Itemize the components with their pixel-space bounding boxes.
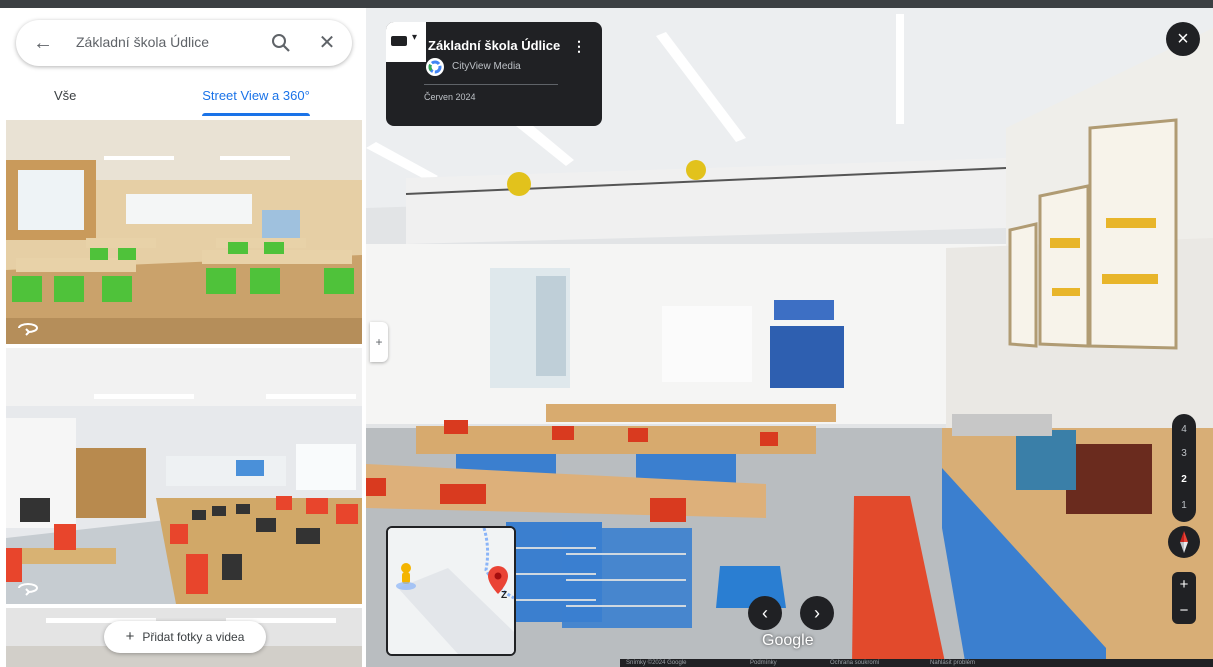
photo-thumbnail-classroom[interactable] — [6, 120, 362, 344]
compass-icon[interactable] — [1168, 526, 1200, 558]
floor-selector: 4 3 2 1 — [1172, 414, 1196, 522]
360-rotate-icon — [18, 583, 38, 596]
keyboard-toggle[interactable]: ▾ — [386, 22, 426, 62]
tabs: Vše Street View a 360° — [0, 86, 366, 120]
zoom-out-button[interactable]: − — [1172, 598, 1196, 624]
active-tab-underline — [202, 113, 310, 116]
floor-4[interactable]: 4 — [1172, 420, 1196, 440]
author-name[interactable]: CityView Media — [452, 61, 521, 72]
tab-street-view-label: Street View a 360° — [202, 88, 310, 103]
close-street-view-button[interactable]: × — [1166, 22, 1200, 56]
add-photos-label: Přidat fotky a videa — [142, 630, 245, 644]
left-panel: ← Základní škola Údlice ✕ Vše Street Vie… — [0, 8, 367, 667]
photo-thumbnail-computer-lab[interactable] — [6, 348, 362, 604]
chevron-right-icon: › — [814, 603, 820, 623]
attribution-bar: Snímky ©2024 Google Podmínky Ochrana sou… — [620, 659, 1213, 667]
nav-prev-button[interactable]: ‹ — [748, 596, 782, 630]
footer-item: Snímky ©2024 Google — [626, 660, 687, 666]
chevron-right-icon: + — [375, 335, 383, 349]
tab-street-view[interactable]: Street View a 360° — [194, 86, 318, 120]
floor-3[interactable]: 3 — [1172, 444, 1196, 464]
zoom-controls: + − — [1172, 572, 1196, 624]
more-vert-icon[interactable]: ⋮ — [572, 36, 586, 56]
chevron-left-icon: ‹ — [762, 603, 768, 623]
plus-icon: + — [125, 628, 135, 645]
search-box: ← Základní škola Údlice ✕ — [16, 20, 352, 66]
search-icon[interactable] — [268, 30, 294, 56]
zoom-in-button[interactable]: + — [1172, 572, 1196, 598]
expand-panel-button[interactable]: + — [370, 322, 388, 362]
chevron-down-icon: ▾ — [412, 32, 418, 43]
minimap[interactable]: Z — [386, 526, 516, 656]
close-icon[interactable]: ✕ — [314, 30, 340, 56]
keyboard-icon — [391, 36, 407, 46]
place-title[interactable]: Základní škola Údlice — [428, 38, 560, 53]
divider — [424, 84, 558, 85]
footer-item[interactable]: Nahlásit problém — [930, 659, 975, 667]
info-card: ▾ Základní škola Údlice CityView Media Č… — [386, 22, 602, 126]
tab-all[interactable]: Vše — [54, 86, 94, 120]
add-photos-button[interactable]: + Přidat fotky a videa — [104, 621, 266, 653]
tab-all-label: Vše — [54, 88, 77, 103]
footer-item[interactable]: Ochrana soukromí — [830, 659, 879, 667]
footer-item[interactable]: Podmínky — [750, 659, 777, 667]
floor-2[interactable]: 2 — [1172, 470, 1196, 490]
top-strip — [0, 0, 1213, 8]
google-logo: Google — [762, 632, 814, 649]
minimap-pin-label: Z — [501, 590, 508, 601]
nav-next-button[interactable]: › — [800, 596, 834, 630]
author-logo — [426, 58, 444, 76]
search-input[interactable]: Základní škola Údlice — [76, 34, 209, 50]
360-rotate-icon — [18, 323, 38, 336]
capture-date: Červen 2024 — [424, 92, 476, 102]
floor-1[interactable]: 1 — [1172, 496, 1196, 516]
arrow-left-icon[interactable]: ← — [32, 32, 54, 54]
